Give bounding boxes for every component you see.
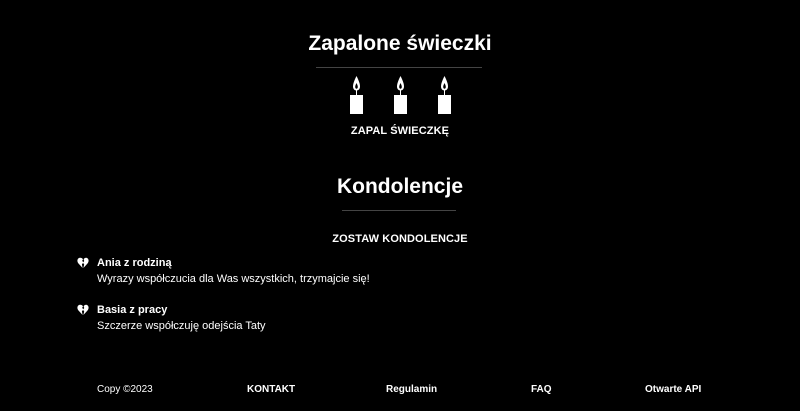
candle-icon — [437, 76, 451, 114]
condolences-section-title: Kondolencje — [336, 175, 463, 198]
candle-icon — [393, 76, 407, 114]
condolences-title-divider — [342, 210, 456, 211]
condolence-message: Szczerze współczuję odejścia Taty — [97, 320, 266, 332]
broken-heart-icon — [77, 304, 89, 315]
light-candle-button[interactable]: ZAPAL ŚWIECZKĘ — [0, 125, 800, 137]
footer-link-kontakt[interactable]: KONTAKT — [247, 384, 295, 395]
broken-heart-icon — [77, 257, 89, 268]
condolence-author: Ania z rodziną — [97, 257, 172, 269]
footer-link-open-api[interactable]: Otwarte API — [645, 384, 701, 395]
memorial-page: Zapalone świeczki ZAPAL ŚWIECZKĘ Kondole… — [0, 0, 800, 411]
footer-link-faq[interactable]: FAQ — [531, 384, 552, 395]
leave-condolence-button[interactable]: ZOSTAW KONDOLENCJE — [0, 233, 800, 245]
copyright-text: Copy ©2023 — [97, 384, 153, 395]
candles-title-divider — [316, 67, 482, 68]
candles-section-title: Zapalone świeczki — [308, 32, 492, 55]
candle-icon — [349, 76, 363, 114]
condolence-message: Wyrazy współczucia dla Was wszystkich, t… — [97, 273, 370, 285]
condolence-author: Basia z pracy — [97, 304, 168, 316]
footer-link-regulamin[interactable]: Regulamin — [386, 384, 437, 395]
candles-row — [0, 76, 800, 114]
